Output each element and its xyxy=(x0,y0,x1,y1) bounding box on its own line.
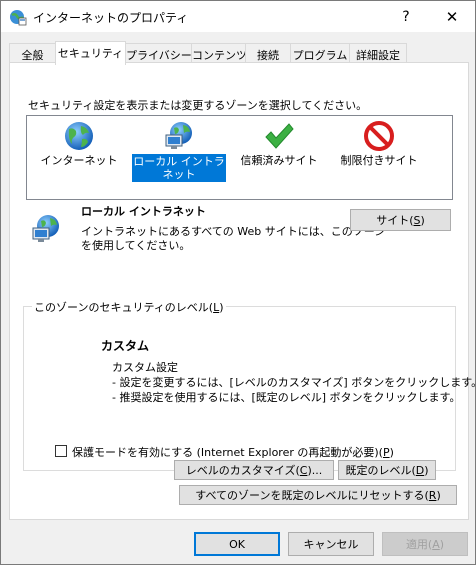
selected-zone-title: ローカル イントラネット xyxy=(81,205,206,218)
selected-zone-description-line2: を使用してください。 xyxy=(81,239,191,252)
security-level-group-title: このゾーンのセキュリティのレベル(L) xyxy=(32,299,226,315)
sites-button-label: サイト( xyxy=(376,214,414,227)
restricted-icon xyxy=(364,121,394,151)
tab-connections[interactable]: 接続 xyxy=(245,43,291,63)
reset-all-zones-button[interactable]: すべてのゾーンを既定のレベルにリセットする(R) xyxy=(179,485,457,505)
zone-local-intranet-label: ローカル イントラネット xyxy=(131,153,227,183)
tab-content[interactable]: コンテンツ xyxy=(191,43,247,63)
security-tab-panel: セキュリティ設定を表示または変更するゾーンを選択してください。 インターネット xyxy=(9,62,476,520)
protected-mode-checkbox[interactable] xyxy=(55,445,67,457)
checkmark-icon xyxy=(265,123,294,149)
apply-button[interactable]: 適用(A) xyxy=(382,532,468,556)
internet-properties-dialog: インターネットのプロパティ ? ✕ 全般 セキュリティ プライバシー コンテンツ… xyxy=(0,0,476,565)
security-level-name: カスタム xyxy=(101,339,150,353)
internet-options-icon xyxy=(10,10,27,26)
protected-mode-label[interactable]: 保護モードを有効にする (Internet Explorer の再起動が必要)(… xyxy=(72,444,394,460)
zone-internet-label: インターネット xyxy=(40,154,118,167)
zone-restricted-sites-label: 制限付きサイト xyxy=(340,154,418,167)
zone-trusted-sites[interactable]: 信頼済みサイト xyxy=(231,116,327,200)
cancel-button[interactable]: キャンセル xyxy=(288,532,374,556)
globe-icon xyxy=(65,122,93,150)
security-level-bullet-default: - 推奨設定を使用するには、[既定のレベル] ボタンをクリックします。 xyxy=(112,391,461,404)
sites-button[interactable]: サイト(S) xyxy=(350,209,451,231)
default-level-button[interactable]: 既定のレベル(D) xyxy=(338,460,436,480)
help-button[interactable]: ? xyxy=(383,1,429,32)
zone-restricted-sites[interactable]: 制限付きサイト xyxy=(331,116,427,200)
customize-level-button[interactable]: レベルのカスタマイズ(C)... xyxy=(174,460,334,480)
window-title: インターネットのプロパティ xyxy=(33,11,189,25)
zone-prompt: セキュリティ設定を表示または変更するゾーンを選択してください。 xyxy=(28,99,368,112)
tab-general[interactable]: 全般 xyxy=(9,43,56,63)
zone-internet[interactable]: インターネット xyxy=(31,116,127,200)
intranet-icon xyxy=(32,215,59,242)
ok-button[interactable]: OK xyxy=(194,532,280,556)
title-bar: インターネットのプロパティ ? ✕ xyxy=(1,1,475,32)
sites-button-suffix: ) xyxy=(420,213,425,227)
tab-advanced[interactable]: 詳細設定 xyxy=(349,43,407,63)
tab-programs[interactable]: プログラム xyxy=(290,43,350,63)
security-level-subtitle: カスタム設定 xyxy=(112,361,178,374)
security-level-bullet-customize: - 設定を変更するには、[レベルのカスタマイズ] ボタンをクリックします。 xyxy=(112,376,476,389)
zone-list: インターネット ローカル イントラネット 信頼済みサイト 制限付きサイト xyxy=(26,115,453,200)
close-button[interactable]: ✕ xyxy=(429,1,475,32)
intranet-icon xyxy=(165,122,192,149)
zone-local-intranet[interactable]: ローカル イントラネット xyxy=(131,116,227,200)
zone-trusted-sites-label: 信頼済みサイト xyxy=(240,154,318,167)
sites-button-accesskey: S xyxy=(413,213,421,227)
tab-security[interactable]: セキュリティ xyxy=(55,41,126,65)
tab-privacy[interactable]: プライバシー xyxy=(125,43,192,63)
